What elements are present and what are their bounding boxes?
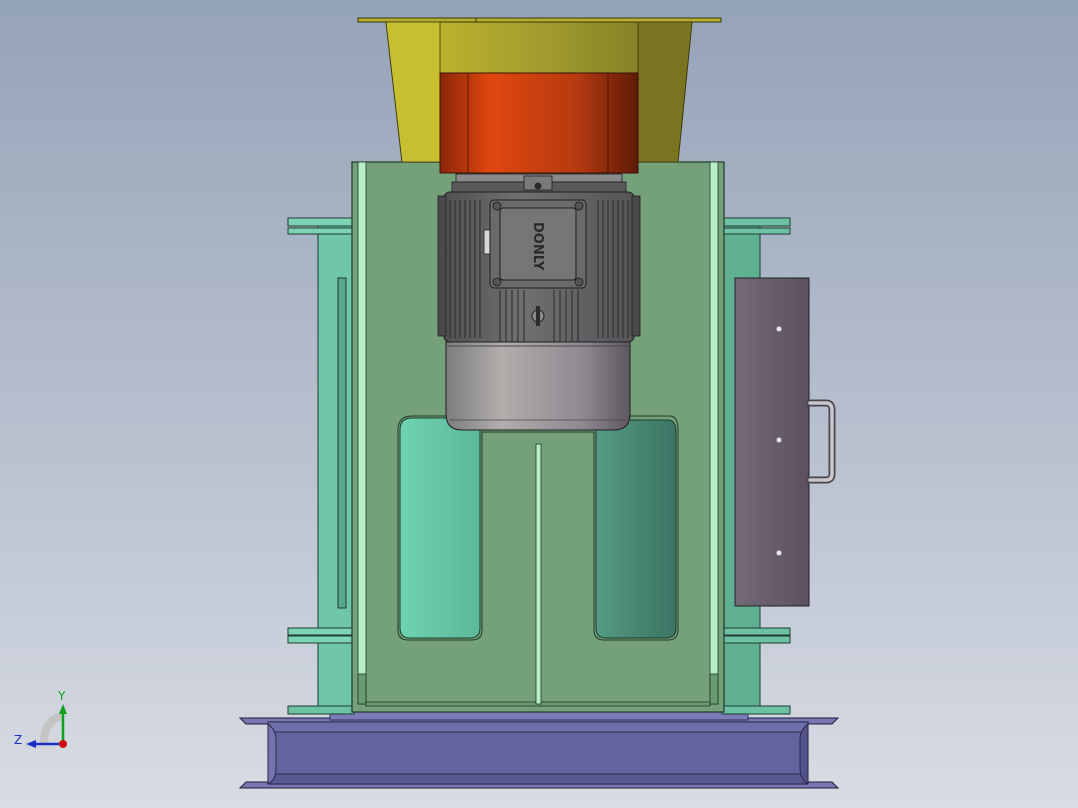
electric-motor: DONLY <box>437 173 641 431</box>
gear-reducer <box>439 72 639 174</box>
model-view[interactable]: DONLY Y Z <box>0 0 1078 808</box>
motor-brand-label: DONLY <box>530 222 545 271</box>
coordinate-triad: Y Z <box>14 689 67 748</box>
terminal-box: DONLY <box>489 199 587 289</box>
door-handle[interactable] <box>806 399 836 484</box>
side-door[interactable] <box>734 277 810 607</box>
y-axis-label: Y <box>57 689 66 703</box>
cad-viewport[interactable]: DONLY Y Z <box>0 0 1078 808</box>
z-axis-label: Z <box>14 733 22 747</box>
base-frame <box>238 711 840 789</box>
